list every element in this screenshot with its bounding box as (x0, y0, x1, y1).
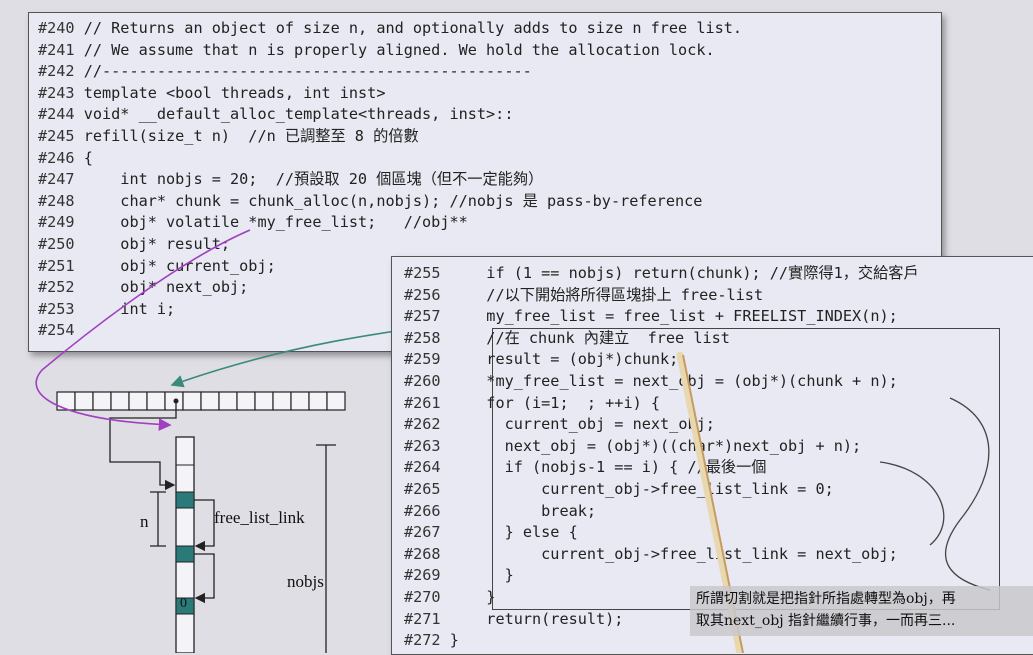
annotation-overlay (676, 351, 991, 653)
annotation-curve-1 (945, 397, 991, 591)
annotation-curve-2 (879, 461, 945, 546)
subtitle-caption: 所謂切割就是把指針所指處轉型為obj，再 取其next_obj 指針繼續行事，一… (690, 586, 1033, 636)
subtitle-line-2: 取其next_obj 指針繼續行事，一而再三... (696, 613, 956, 629)
subtitle-line-1: 所謂切割就是把指針所指處轉型為obj，再 (696, 591, 956, 607)
